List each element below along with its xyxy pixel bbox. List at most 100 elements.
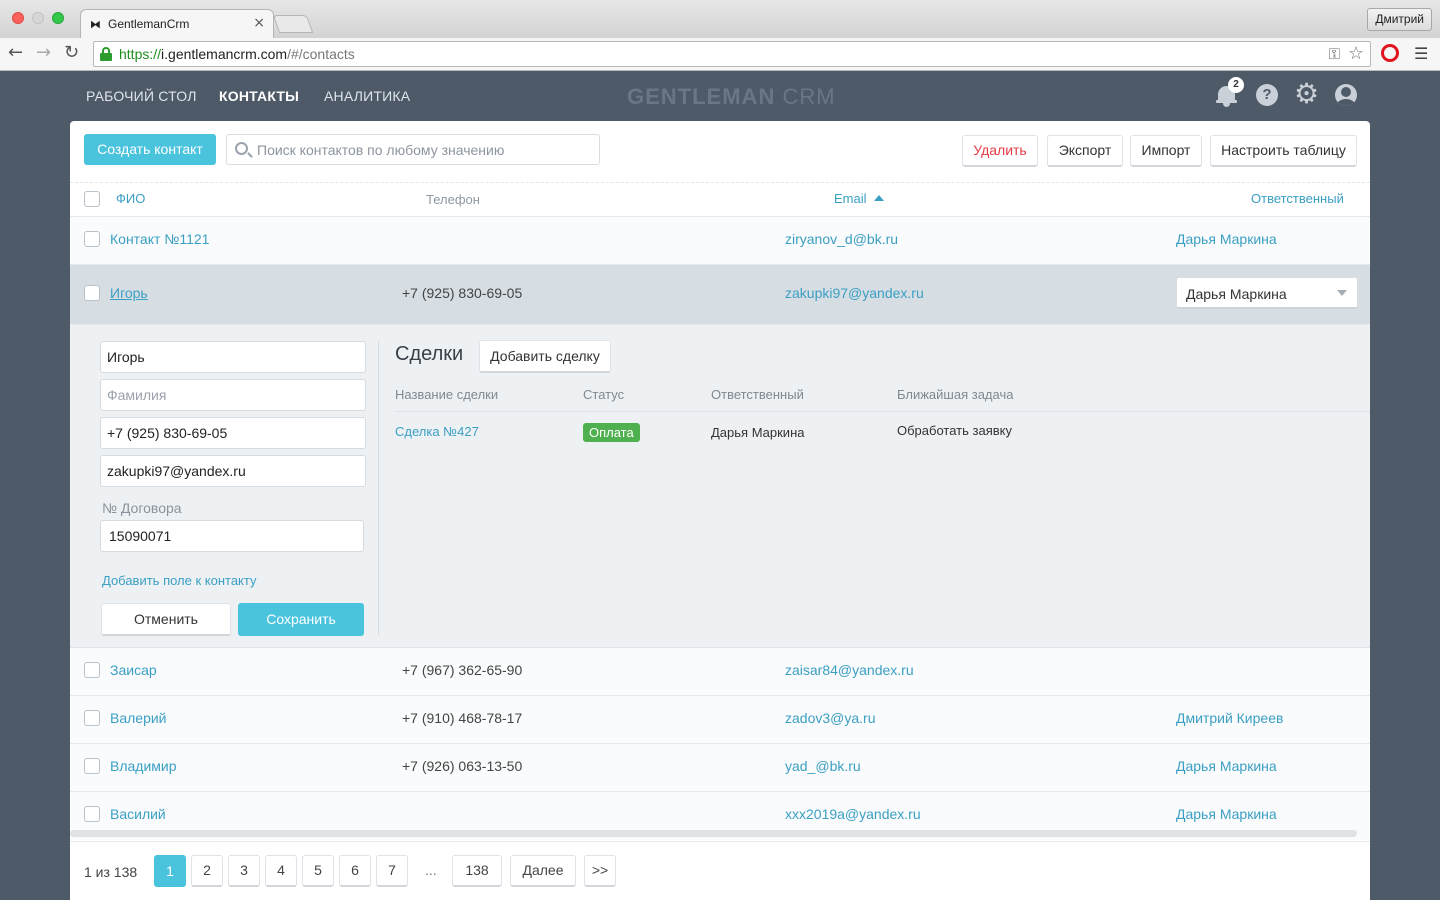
contact-phone: +7 (926) 063-13-50 — [402, 758, 523, 774]
pagination-ellipsis: ... — [425, 862, 437, 878]
export-button[interactable]: Экспорт — [1047, 135, 1123, 167]
column-name-header[interactable]: ФИО — [116, 191, 145, 206]
table-row[interactable]: Владимир +7 (926) 063-13-50 yad_@bk.ru Д… — [70, 744, 1370, 792]
create-contact-button[interactable]: Создать контакт — [84, 134, 216, 165]
last-name-field[interactable]: Фамилия — [100, 379, 366, 411]
row-checkbox[interactable] — [84, 662, 100, 678]
page-button-6[interactable]: 6 — [339, 855, 371, 887]
table-row[interactable]: Заисар +7 (967) 362-65-90 zaisar84@yande… — [70, 648, 1370, 696]
forward-arrow-icon[interactable]: → — [36, 42, 51, 63]
row-checkbox[interactable] — [84, 758, 100, 774]
bookmark-star-icon[interactable]: ☆ — [1348, 43, 1364, 64]
delete-button[interactable]: Удалить — [962, 135, 1038, 167]
deals-col-name: Название сделки — [395, 387, 499, 402]
row-checkbox[interactable] — [84, 231, 100, 247]
contact-owner-link[interactable]: Дарья Маркина — [1176, 806, 1277, 822]
chevron-down-icon — [1337, 290, 1347, 296]
table-row[interactable]: Контакт №1121 ziryanov_d@bk.ru Дарья Мар… — [70, 217, 1370, 265]
gear-icon[interactable]: ⚙ — [1294, 79, 1319, 109]
profile-button[interactable]: Дмитрий — [1367, 8, 1432, 31]
save-button[interactable]: Сохранить — [238, 603, 364, 636]
contact-email-link[interactable]: ziryanov_d@bk.ru — [785, 231, 898, 247]
next-page-button[interactable]: Далее — [510, 855, 576, 887]
row-checkbox[interactable] — [84, 806, 100, 822]
table-header: ФИО Телефон Email Ответственный — [70, 183, 1370, 217]
contact-owner-link[interactable]: Дарья Маркина — [1176, 231, 1277, 247]
select-all-checkbox[interactable] — [84, 191, 100, 207]
phone-field[interactable]: +7 (925) 830-69-05 — [100, 417, 366, 449]
cancel-button[interactable]: Отменить — [101, 603, 231, 636]
import-button[interactable]: Импорт — [1130, 135, 1202, 167]
key-icon[interactable]: ⚿ — [1329, 45, 1340, 63]
maximize-window-button[interactable] — [52, 12, 64, 24]
reload-icon[interactable]: ↻ — [64, 42, 79, 63]
contact-name-link[interactable]: Василий — [110, 806, 166, 822]
search-input[interactable]: Поиск контактов по любому значению — [226, 134, 600, 165]
contact-name-link[interactable]: Валерий — [110, 710, 167, 726]
row-checkbox[interactable] — [84, 710, 100, 726]
owner-select[interactable]: Дарья Маркина — [1176, 277, 1358, 309]
browser-menu-icon[interactable]: ☰ — [1414, 44, 1428, 63]
app-logo: GENTLEMAN CRM — [627, 84, 836, 109]
deals-title: Сделки — [395, 343, 464, 365]
add-deal-button[interactable]: Добавить сделку — [479, 340, 611, 373]
deals-col-owner: Ответственный — [711, 387, 804, 402]
deal-owner: Дарья Маркина — [711, 425, 805, 440]
page-button-3[interactable]: 3 — [228, 855, 260, 887]
minimize-window-button[interactable] — [32, 12, 44, 24]
close-tab-icon[interactable]: × — [253, 15, 265, 31]
user-avatar-icon[interactable] — [1335, 84, 1357, 106]
contacts-card: Создать контакт Поиск контактов по любом… — [70, 121, 1370, 900]
new-tab-button[interactable] — [272, 15, 314, 33]
configure-table-button[interactable]: Настроить таблицу — [1210, 135, 1357, 167]
search-icon — [235, 142, 248, 155]
page-button-7[interactable]: 7 — [376, 855, 408, 887]
column-owner-header[interactable]: Ответственный — [1251, 191, 1344, 206]
row-checkbox[interactable] — [84, 285, 100, 301]
last-page-button[interactable]: >> — [584, 855, 616, 887]
contact-phone: +7 (925) 830-69-05 — [402, 285, 523, 301]
bowtie-icon: ⧓ — [90, 18, 101, 31]
first-name-field[interactable]: Игорь — [100, 341, 366, 373]
add-field-link[interactable]: Добавить поле к контакту — [102, 573, 257, 588]
horizontal-scrollbar[interactable] — [70, 830, 1357, 837]
address-bar[interactable]: https://i.gentlemancrm.com/#/contacts ⚿ … — [93, 41, 1371, 67]
deal-next-task: Обработать заявку — [897, 423, 1012, 438]
contact-owner-link[interactable]: Дмитрий Киреев — [1176, 710, 1283, 726]
contact-name-link[interactable]: Владимир — [110, 758, 177, 774]
page-button-last[interactable]: 138 — [452, 855, 502, 887]
tab-title: GentlemanCrm — [108, 17, 190, 31]
table-row-selected[interactable]: Игорь +7 (925) 830-69-05 zakupki97@yande… — [70, 265, 1370, 325]
lock-icon — [100, 47, 112, 61]
contact-name-link[interactable]: Заисар — [110, 662, 157, 678]
contact-email-link[interactable]: yad_@bk.ru — [785, 758, 861, 774]
page-button-5[interactable]: 5 — [302, 855, 334, 887]
contact-edit-panel: Игорь Фамилия +7 (925) 830-69-05 zakupki… — [70, 325, 1370, 648]
contact-email-link[interactable]: zakupki97@yandex.ru — [785, 285, 924, 301]
contact-email-link[interactable]: xxx2019a@yandex.ru — [785, 806, 921, 822]
nav-dashboard[interactable]: РАБОЧИЙ СТОЛ — [86, 88, 197, 104]
deals-col-task: Ближайшая задача — [897, 387, 1014, 402]
page-button-1[interactable]: 1 — [154, 855, 186, 887]
panel-divider — [378, 341, 379, 635]
nav-contacts[interactable]: КОНТАКТЫ — [219, 88, 299, 104]
browser-tab[interactable]: ⧓ GentlemanCrm × — [80, 9, 274, 38]
help-icon[interactable]: ? — [1256, 84, 1278, 106]
deal-name-link[interactable]: Сделка №427 — [395, 424, 479, 439]
page-button-4[interactable]: 4 — [265, 855, 297, 887]
contract-number-field[interactable]: 15090071 — [100, 520, 364, 552]
column-email-header[interactable]: Email — [834, 191, 884, 206]
close-window-button[interactable] — [12, 12, 24, 24]
opera-extension-icon[interactable] — [1381, 44, 1399, 62]
table-row[interactable]: Валерий +7 (910) 468-78-17 zadov3@ya.ru … — [70, 696, 1370, 744]
email-field[interactable]: zakupki97@yandex.ru — [100, 455, 366, 487]
page-button-2[interactable]: 2 — [191, 855, 223, 887]
contact-name-link[interactable]: Игорь — [110, 285, 148, 301]
contact-email-link[interactable]: zaisar84@yandex.ru — [785, 662, 914, 678]
contact-email-link[interactable]: zadov3@ya.ru — [785, 710, 875, 726]
contact-phone: +7 (967) 362-65-90 — [402, 662, 523, 678]
nav-analytics[interactable]: АНАЛИТИКА — [324, 88, 410, 104]
back-arrow-icon[interactable]: ← — [8, 42, 23, 63]
contact-name-link[interactable]: Контакт №1121 — [110, 231, 209, 247]
contact-owner-link[interactable]: Дарья Маркина — [1176, 758, 1277, 774]
